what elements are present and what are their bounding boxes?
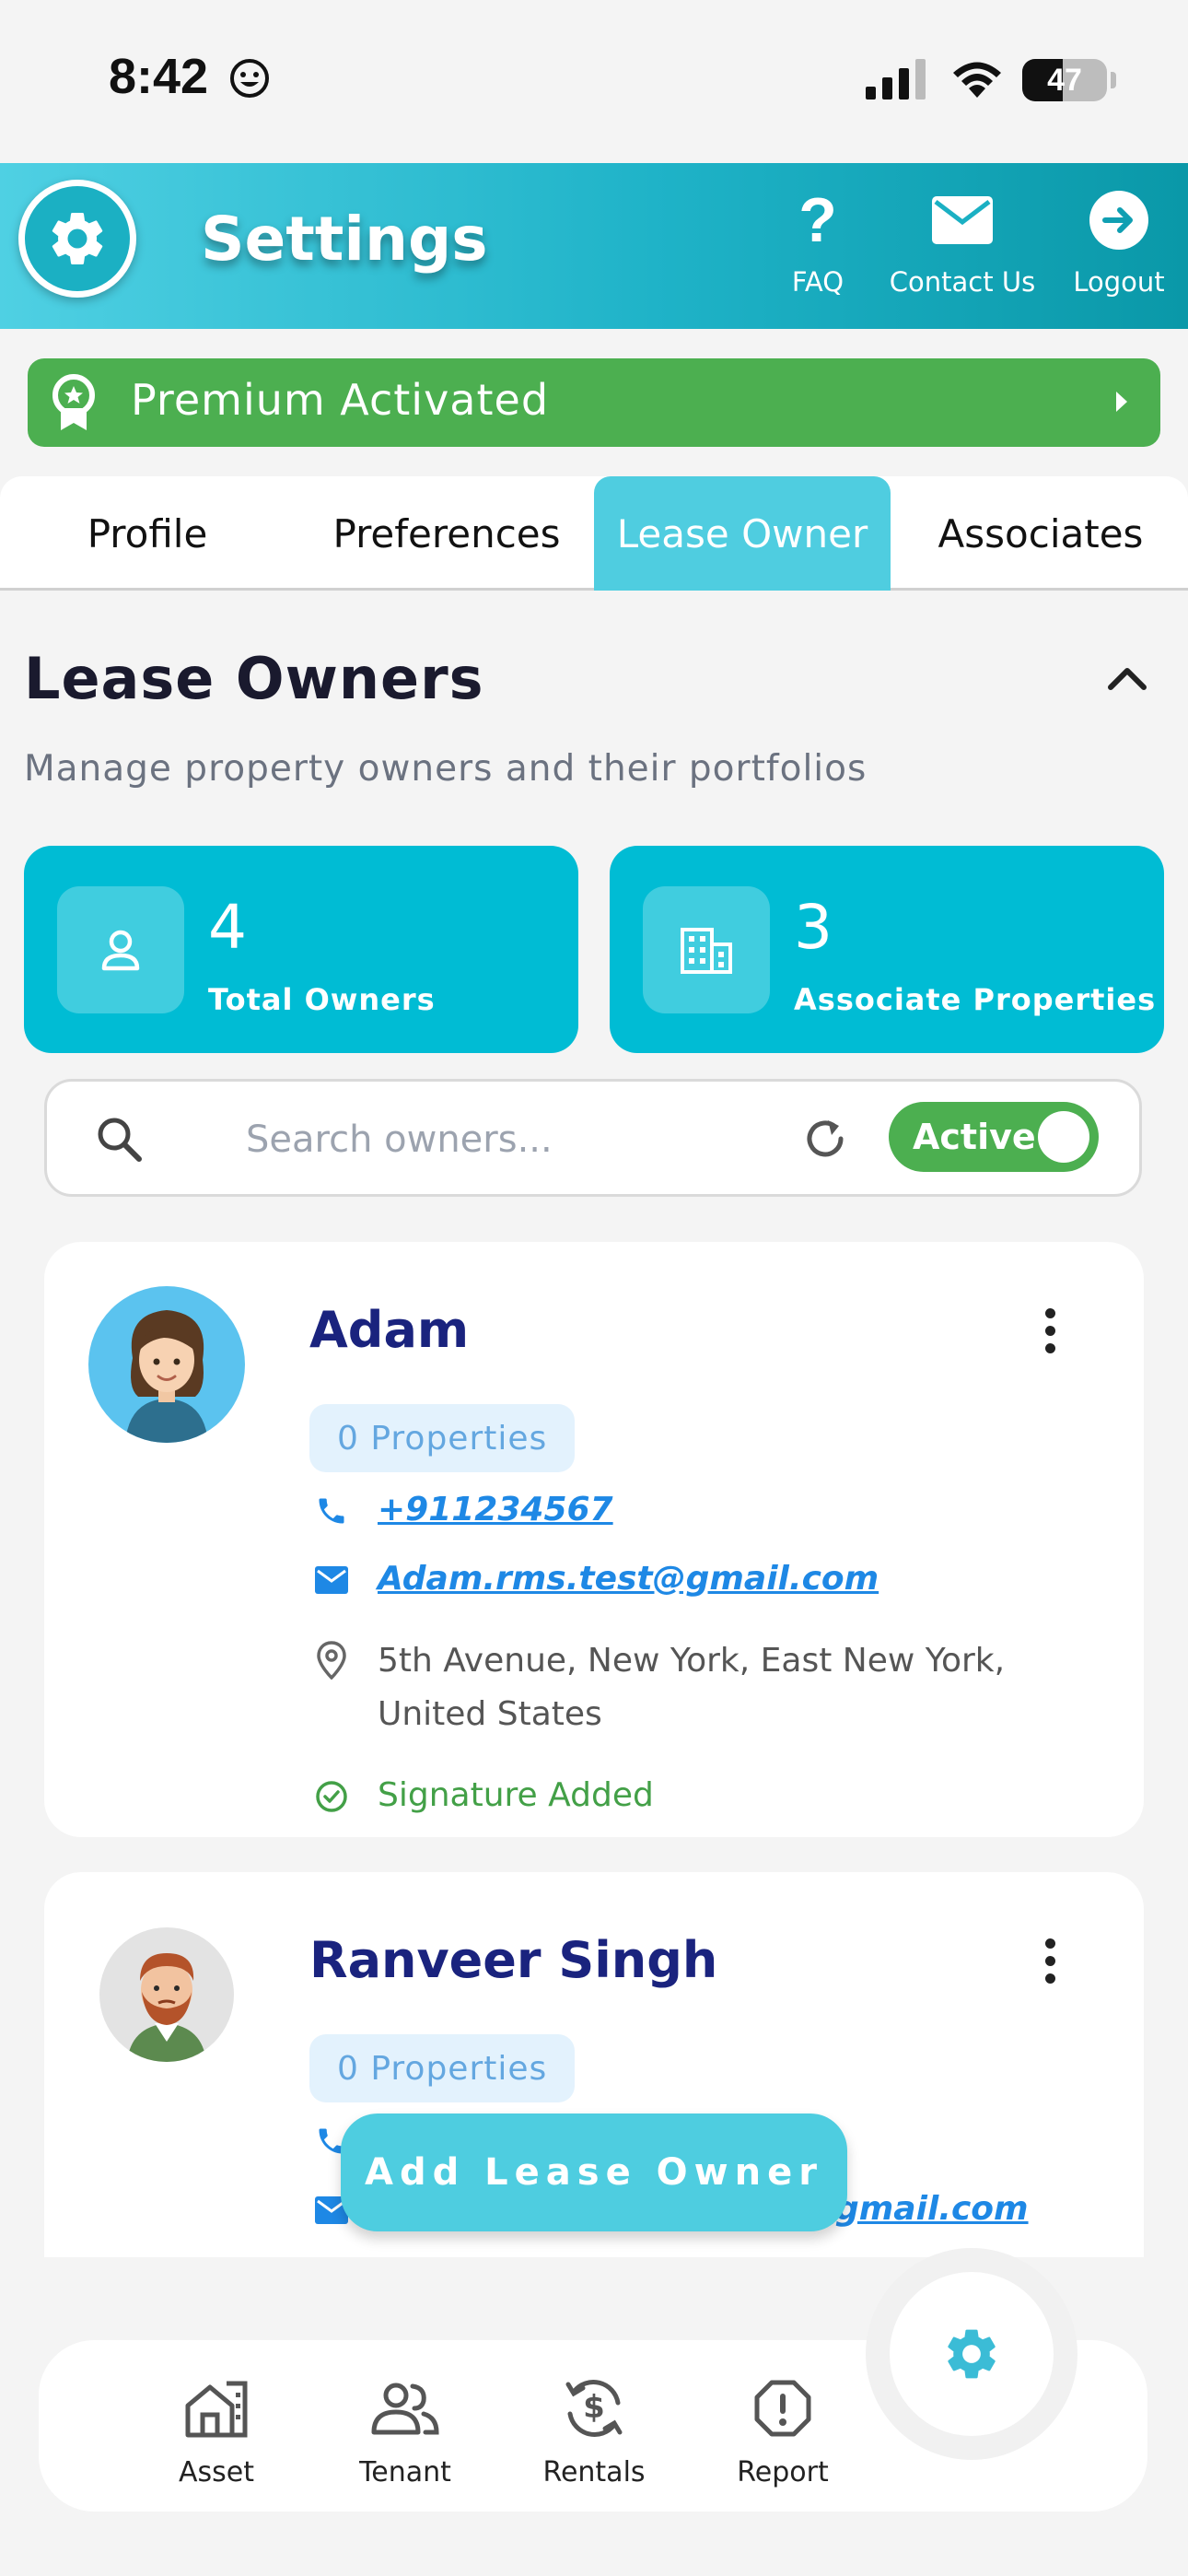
associate-properties-value: 3	[794, 892, 833, 963]
logout-label: Logout	[1073, 266, 1165, 298]
active-toggle[interactable]: Active	[889, 1102, 1099, 1172]
smiley-icon	[230, 59, 269, 98]
nav-report-label: Report	[737, 2456, 829, 2488]
search-icon	[98, 1118, 142, 1162]
status-bar: 8:42 47	[0, 0, 1188, 161]
person-icon	[57, 886, 184, 1013]
address-row: 5th Avenue, New York, East New York, Uni…	[311, 1640, 1094, 1741]
tab-profile[interactable]: Profile	[28, 476, 267, 591]
phone-icon	[311, 1491, 352, 1531]
alert-icon	[754, 2380, 811, 2437]
properties-badge: 0 Properties	[309, 1404, 576, 1472]
signature-row: Signature Added	[311, 1776, 654, 1817]
mail-icon	[311, 1560, 352, 1600]
house-icon	[185, 2381, 248, 2438]
email-row: Adam.rms.test@gmail.com	[311, 1560, 879, 1600]
mail-icon	[932, 196, 993, 244]
contact-us-button[interactable]: Contact Us	[879, 183, 1045, 298]
arrow-right-circle-icon	[1089, 191, 1148, 250]
phone-row: +911234567	[311, 1491, 613, 1531]
nav-asset-label: Asset	[178, 2456, 254, 2488]
search-bar: Active	[44, 1079, 1142, 1197]
search-input[interactable]	[246, 1109, 817, 1170]
premium-banner[interactable]: Premium Activated	[28, 358, 1160, 447]
phone-link[interactable]: +911234567	[378, 1491, 613, 1528]
settings-tabs: Profile Preferences Lease Owner Associat…	[0, 476, 1188, 591]
nav-tenant-label: Tenant	[359, 2456, 451, 2488]
svg-text:$: $	[583, 2389, 605, 2426]
signature-status: Signature Added	[378, 1776, 654, 1814]
toggle-knob	[1038, 1111, 1089, 1163]
page-title: Settings	[201, 204, 488, 275]
owner-address: 5th Avenue, New York, East New York, Uni…	[378, 1642, 1006, 1733]
nav-report[interactable]: Report	[714, 2371, 852, 2488]
app-header: Settings ? FAQ Contact Us Logout	[0, 163, 1188, 329]
avatar	[99, 1927, 234, 2062]
owner-name: Ranveer Singh	[309, 1931, 718, 1989]
settings-gear-icon	[18, 180, 136, 298]
owner-name: Adam	[309, 1301, 470, 1359]
contact-us-label: Contact Us	[889, 266, 1036, 298]
dollar-cycle-icon: $	[565, 2380, 623, 2437]
gear-icon	[948, 2329, 996, 2379]
avatar	[88, 1286, 245, 1443]
email-link[interactable]: Adam.rms.test@gmail.com	[378, 1560, 879, 1598]
properties-badge: 0 Properties	[309, 2034, 576, 2102]
tab-associates[interactable]: Associates	[912, 476, 1170, 591]
more-vertical-icon[interactable]	[1041, 1308, 1059, 1360]
nav-rentals[interactable]: $ Rentals	[525, 2371, 663, 2488]
battery-indicator: 47	[1022, 59, 1107, 101]
active-toggle-label: Active	[913, 1117, 1036, 1157]
owner-card[interactable]: Adam 0 Properties +911234567 Adam.rms.te…	[44, 1242, 1144, 1837]
associate-properties-card: 3 Associate Properties	[610, 846, 1164, 1053]
wifi-icon	[953, 62, 1001, 98]
caret-right-icon	[1116, 392, 1127, 412]
faq-label: FAQ	[791, 266, 844, 298]
section-subtitle: Manage property owners and their portfol…	[24, 748, 868, 790]
building-icon	[643, 886, 770, 1013]
nav-asset[interactable]: Asset	[147, 2371, 285, 2488]
question-icon: ?	[798, 185, 837, 255]
total-owners-label: Total Owners	[208, 982, 436, 1017]
nav-tenant[interactable]: Tenant	[336, 2371, 474, 2488]
status-time: 8:42	[109, 49, 209, 104]
location-pin-icon	[311, 1640, 352, 1680]
tab-preferences[interactable]: Preferences	[313, 476, 580, 591]
premium-label: Premium Activated	[131, 375, 550, 425]
nav-settings[interactable]	[890, 2272, 1054, 2436]
users-icon	[371, 2383, 439, 2435]
total-owners-value: 4	[208, 892, 247, 963]
logout-button[interactable]: Logout	[1068, 183, 1170, 298]
tab-lease-owner[interactable]: Lease Owner	[594, 476, 891, 591]
nav-rentals-label: Rentals	[542, 2456, 646, 2488]
section-title: Lease Owners	[24, 645, 484, 712]
battery-tip	[1111, 72, 1116, 88]
more-vertical-icon[interactable]	[1041, 1938, 1059, 1990]
ribbon-icon	[52, 374, 95, 430]
associate-properties-label: Associate Properties	[794, 982, 1157, 1017]
add-lease-owner-button[interactable]: Add Lease Owner	[341, 2113, 847, 2231]
faq-button[interactable]: ? FAQ	[781, 183, 855, 298]
owner-list: Adam 0 Properties +911234567 Adam.rms.te…	[0, 1235, 1188, 2257]
check-circle-icon	[311, 1776, 352, 1817]
total-owners-card: 4 Total Owners	[24, 846, 578, 1053]
chevron-up-icon[interactable]	[1105, 662, 1149, 693]
refresh-icon[interactable]	[800, 1115, 850, 1165]
signal-icon	[866, 59, 926, 100]
